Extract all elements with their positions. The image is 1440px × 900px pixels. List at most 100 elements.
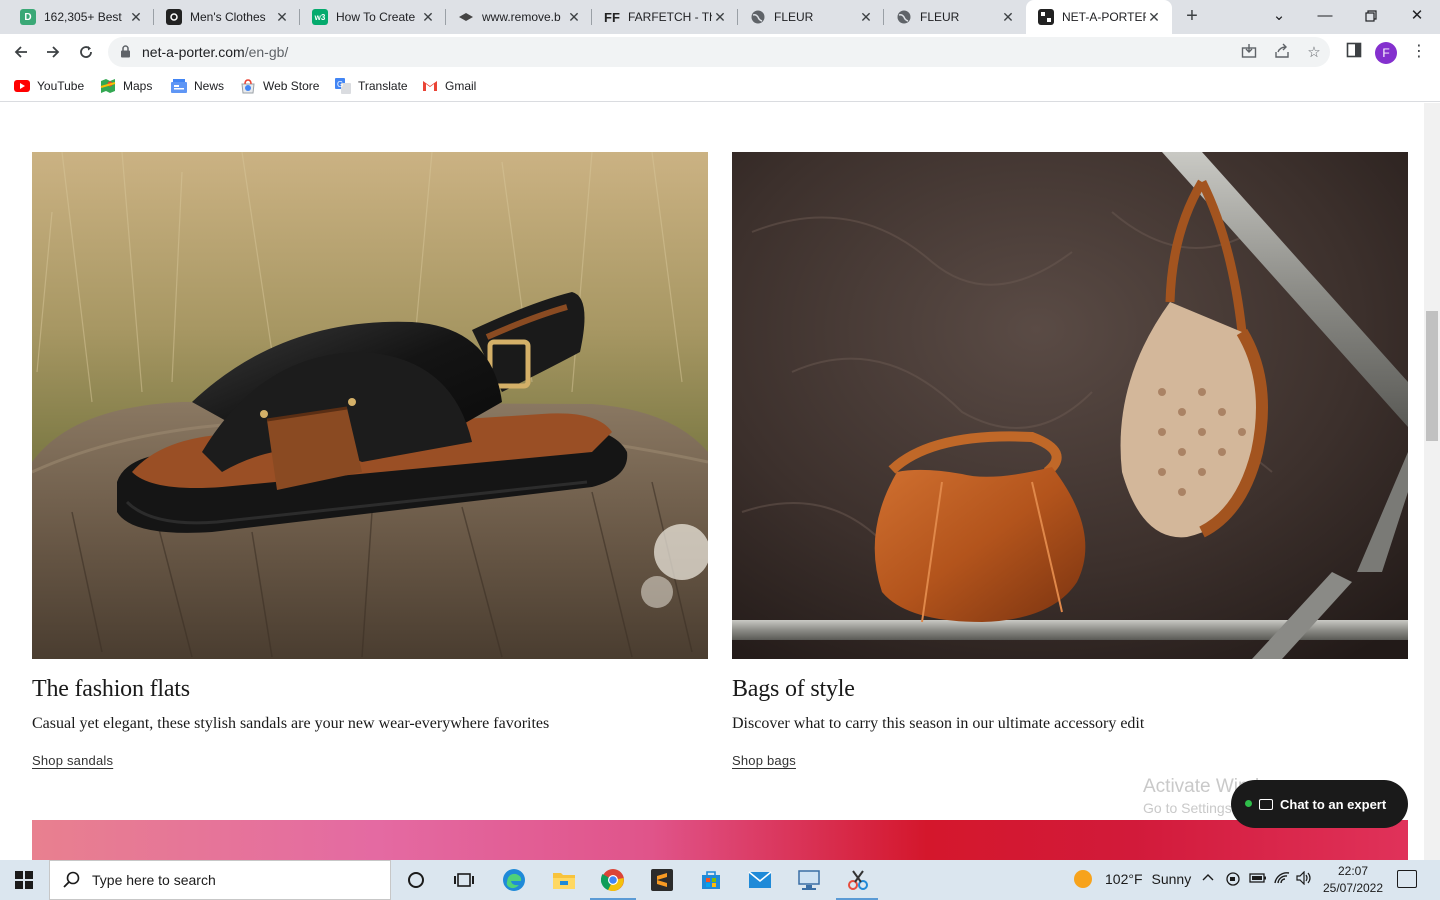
bookmarks-bar: YouTube Maps News Web Store G Translate …: [0, 70, 1440, 102]
svg-text:G: G: [337, 80, 343, 89]
card-title[interactable]: Bags of style: [732, 676, 1408, 703]
bookmark-translate[interactable]: G Translate: [335, 77, 408, 95]
d-letter-icon: D: [20, 9, 36, 25]
chat-bubble-icon: [1259, 798, 1273, 810]
tab-title: 162,305+ Best: [44, 10, 122, 24]
weather-condition: Sunny: [1151, 871, 1192, 887]
page-scrollbar[interactable]: [1424, 103, 1440, 860]
chat-to-expert-button[interactable]: Chat to an expert: [1231, 780, 1408, 828]
new-tab-icon[interactable]: +: [1180, 5, 1204, 29]
bookmark-maps[interactable]: Maps: [100, 77, 152, 95]
notifications-icon[interactable]: [1397, 870, 1417, 888]
url-path: /en-gb/: [244, 44, 289, 60]
weather-temperature: 102°F: [1105, 871, 1143, 887]
battery-icon[interactable]: [1249, 871, 1267, 888]
globe-icon: [750, 9, 766, 25]
tab-title: NET-A-PORTER: [1062, 10, 1146, 24]
bookmark-news[interactable]: News: [171, 77, 224, 95]
file-explorer-icon[interactable]: [550, 866, 578, 894]
layers-icon: [458, 9, 474, 25]
next-section-banner[interactable]: [32, 820, 1408, 860]
search-placeholder: Type here to search: [92, 872, 216, 888]
speaker-icon[interactable]: [1296, 870, 1312, 888]
share-icon[interactable]: [1272, 43, 1292, 63]
bookmark-star-icon[interactable]: ☆: [1304, 43, 1324, 63]
sun-icon: [1074, 870, 1092, 888]
wifi-icon[interactable]: [1274, 871, 1290, 888]
task-view-icon[interactable]: [450, 866, 478, 894]
snipping-tool-icon[interactable]: [844, 866, 872, 894]
side-panel-icon[interactable]: [1344, 42, 1364, 62]
close-icon[interactable]: ✕: [1000, 9, 1016, 26]
tab-title: How To Create: [336, 10, 416, 24]
tab-title: FLEUR: [920, 10, 960, 24]
bookmark-web-store[interactable]: Web Store: [240, 77, 319, 95]
microsoft-store-icon[interactable]: [697, 866, 725, 894]
close-icon[interactable]: ✕: [712, 9, 728, 26]
browser-tab[interactable]: www.remove.b ✕: [446, 0, 592, 34]
gmail-icon: [422, 78, 438, 94]
bookmark-label: Translate: [358, 79, 408, 93]
mail-icon[interactable]: [746, 866, 774, 894]
tab-title: www.remove.b: [482, 10, 561, 24]
browser-tab-active[interactable]: NET-A-PORTER ✕: [1026, 0, 1172, 34]
browser-tab[interactable]: FLEUR ✕: [884, 0, 1026, 34]
card-title[interactable]: The fashion flats: [32, 676, 708, 703]
weather-widget[interactable]: 102°F Sunny: [1074, 870, 1191, 888]
more-menu-icon[interactable]: ⋮: [1409, 42, 1429, 62]
close-icon[interactable]: ✕: [128, 9, 144, 26]
chevron-down-icon[interactable]: ⌄: [1256, 0, 1302, 34]
taskbar-clock[interactable]: 22:07 25/07/2022: [1318, 863, 1388, 897]
chrome-icon[interactable]: [599, 866, 627, 894]
bookmark-youtube[interactable]: YouTube: [14, 77, 84, 95]
reload-icon[interactable]: [72, 38, 100, 66]
browser-tab[interactable]: D 162,305+ Best ✕: [8, 0, 154, 34]
shop-sandals-link[interactable]: Shop sandals: [32, 753, 113, 768]
browser-tab[interactable]: Men's Clothes ✕: [154, 0, 300, 34]
install-app-icon[interactable]: [1239, 43, 1259, 63]
browser-tab[interactable]: FLEUR ✕: [738, 0, 884, 34]
chevron-up-icon[interactable]: [1201, 871, 1215, 888]
bookmark-gmail[interactable]: Gmail: [422, 77, 476, 95]
lock-icon[interactable]: [120, 45, 131, 58]
youtube-icon: [14, 78, 30, 94]
chat-button-label: Chat to an expert: [1280, 796, 1387, 812]
close-icon[interactable]: ✕: [420, 9, 436, 26]
scrollbar-thumb[interactable]: [1426, 311, 1438, 441]
taskbar-search-box[interactable]: Type here to search: [49, 860, 391, 900]
restore-icon[interactable]: [1348, 0, 1394, 34]
profile-avatar[interactable]: F: [1375, 42, 1397, 64]
url-text[interactable]: net-a-porter.com/en-gb/: [142, 44, 288, 60]
browser-tab[interactable]: w3 How To Create ✕: [300, 0, 446, 34]
bookmark-label: Gmail: [445, 79, 477, 93]
sandal-image[interactable]: [32, 152, 708, 659]
shop-bags-link[interactable]: Shop bags: [732, 753, 796, 768]
close-icon[interactable]: ✕: [274, 9, 290, 26]
clock-time: 22:07: [1337, 864, 1369, 878]
windows-start-icon[interactable]: [0, 860, 48, 900]
bags-image[interactable]: [732, 152, 1408, 659]
tab-title: Men's Clothes: [190, 10, 266, 24]
back-arrow-icon[interactable]: [7, 38, 35, 66]
remote-desktop-icon[interactable]: [795, 866, 823, 894]
farfetch-icon: FF: [604, 9, 620, 25]
windows-taskbar: Type here to search 102°F Sunny 22:07 25…: [0, 860, 1440, 900]
close-icon[interactable]: ✕: [858, 9, 874, 26]
sublime-text-icon[interactable]: [648, 866, 676, 894]
url-host: net-a-porter.com: [142, 44, 245, 60]
address-bar[interactable]: net-a-porter.com/en-gb/ ☆: [108, 37, 1330, 67]
meet-now-icon[interactable]: [1225, 871, 1241, 890]
close-icon[interactable]: ✕: [1146, 9, 1162, 26]
editorial-card-sandals: The fashion flats Casual yet elegant, th…: [32, 152, 708, 770]
edge-browser-icon[interactable]: [500, 866, 528, 894]
cortana-icon[interactable]: [402, 866, 430, 894]
card-description: Discover what to carry this season in ou…: [732, 715, 1145, 732]
window-close-icon[interactable]: ✕: [1394, 0, 1440, 34]
browser-tab[interactable]: FF FARFETCH - Th ✕: [592, 0, 738, 34]
netaporter-icon: [1038, 9, 1054, 25]
forward-arrow-icon[interactable]: [39, 38, 67, 66]
close-icon[interactable]: ✕: [566, 9, 582, 26]
minimize-icon[interactable]: —: [1302, 0, 1348, 34]
maps-icon: [100, 78, 116, 94]
bookmark-label: News: [194, 79, 225, 93]
